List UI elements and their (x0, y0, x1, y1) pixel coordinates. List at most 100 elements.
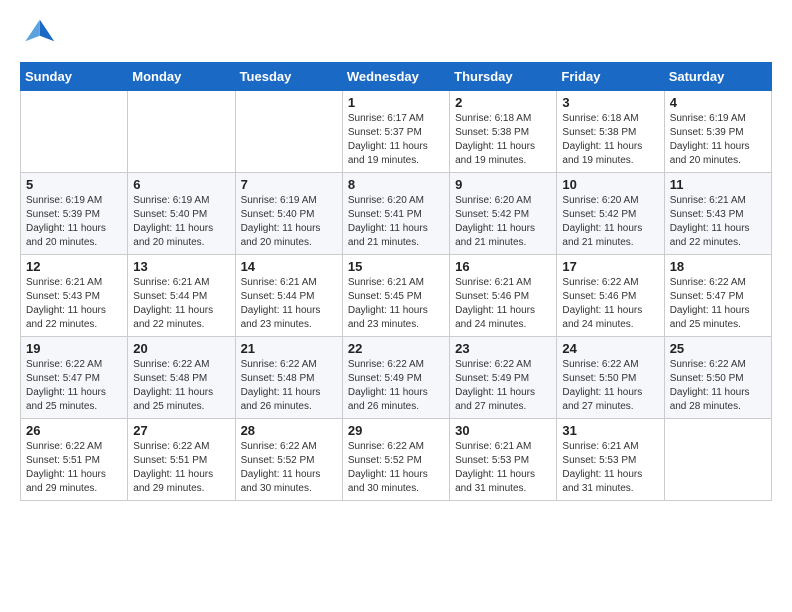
day-info: Sunrise: 6:20 AM Sunset: 5:41 PM Dayligh… (348, 194, 444, 250)
day-number: 26 (26, 423, 122, 438)
calendar-cell: 18 Sunrise: 6:22 AM Sunset: 5:47 PM Dayli… (664, 255, 771, 337)
day-info: Sunrise: 6:18 AM Sunset: 5:38 PM Dayligh… (455, 112, 551, 168)
day-number: 29 (348, 423, 444, 438)
day-number: 22 (348, 341, 444, 356)
page: SundayMondayTuesdayWednesdayThursdayFrid… (0, 0, 792, 612)
day-info: Sunrise: 6:22 AM Sunset: 5:50 PM Dayligh… (562, 358, 658, 414)
day-info: Sunrise: 6:22 AM Sunset: 5:52 PM Dayligh… (348, 440, 444, 496)
calendar-cell: 27Sunrise: 6:22 AM Sunset: 5:51 PM Dayli… (128, 419, 235, 501)
calendar-cell (235, 91, 342, 173)
day-info: Sunrise: 6:19 AM Sunset: 5:40 PM Dayligh… (133, 194, 229, 250)
calendar-cell: 16Sunrise: 6:21 AM Sunset: 5:46 PM Dayli… (450, 255, 557, 337)
calendar-cell: 8Sunrise: 6:20 AM Sunset: 5:41 PM Daylig… (342, 173, 449, 255)
calendar-header-friday: Friday (557, 63, 664, 91)
day-info: Sunrise: 6:22 AM Sunset: 5:49 PM Dayligh… (455, 358, 551, 414)
calendar-cell (21, 91, 128, 173)
calendar-cell: 30 Sunrise: 6:21 AM Sunset: 5:53 PM Dayli… (450, 419, 557, 501)
calendar-cell: 17 Sunrise: 6:22 AM Sunset: 5:46 PM Dayli… (557, 255, 664, 337)
day-number: 4 (670, 95, 766, 110)
day-info: Sunrise: 6:22 AM Sunset: 5:46 PM Dayligh… (562, 276, 658, 332)
day-info: Sunrise: 6:19 AM Sunset: 5:39 PM Dayligh… (670, 112, 766, 168)
calendar-cell: 9 Sunrise: 6:20 AM Sunset: 5:42 PM Daylig… (450, 173, 557, 255)
calendar-cell (128, 91, 235, 173)
day-number: 1 (348, 95, 444, 110)
day-number: 6 (133, 177, 229, 192)
day-number: 30 (455, 423, 551, 438)
calendar-cell: 25 Sunrise: 6:22 AM Sunset: 5:50 PM Dayli… (664, 337, 771, 419)
day-number: 20 (133, 341, 229, 356)
day-number: 31 (562, 423, 658, 438)
day-number: 23 (455, 341, 551, 356)
calendar-week-row: 12 Sunrise: 6:21 AM Sunset: 5:43 PM Dayli… (21, 255, 772, 337)
day-info: Sunrise: 6:20 AM Sunset: 5:42 PM Dayligh… (455, 194, 551, 250)
day-number: 15 (348, 259, 444, 274)
header (20, 16, 772, 52)
day-number: 13 (133, 259, 229, 274)
calendar-cell: 3 Sunrise: 6:18 AM Sunset: 5:38 PM Daylig… (557, 91, 664, 173)
day-info: Sunrise: 6:21 AM Sunset: 5:44 PM Dayligh… (241, 276, 337, 332)
day-number: 11 (670, 177, 766, 192)
logo (20, 16, 60, 52)
calendar-week-row: 26 Sunrise: 6:22 AM Sunset: 5:51 PM Dayli… (21, 419, 772, 501)
day-info: Sunrise: 6:21 AM Sunset: 5:45 PM Dayligh… (348, 276, 444, 332)
calendar-header-tuesday: Tuesday (235, 63, 342, 91)
day-number: 25 (670, 341, 766, 356)
day-number: 16 (455, 259, 551, 274)
day-info: Sunrise: 6:22 AM Sunset: 5:51 PM Dayligh… (26, 440, 122, 496)
calendar-header-wednesday: Wednesday (342, 63, 449, 91)
calendar-cell: 1 Sunrise: 6:17 AM Sunset: 5:37 PM Daylig… (342, 91, 449, 173)
day-number: 3 (562, 95, 658, 110)
day-number: 21 (241, 341, 337, 356)
calendar-cell: 4 Sunrise: 6:19 AM Sunset: 5:39 PM Daylig… (664, 91, 771, 173)
calendar-week-row: 19 Sunrise: 6:22 AM Sunset: 5:47 PM Dayli… (21, 337, 772, 419)
calendar-cell: 28Sunrise: 6:22 AM Sunset: 5:52 PM Dayli… (235, 419, 342, 501)
calendar-week-row: 1 Sunrise: 6:17 AM Sunset: 5:37 PM Daylig… (21, 91, 772, 173)
calendar-cell: 11 Sunrise: 6:21 AM Sunset: 5:43 PM Dayli… (664, 173, 771, 255)
day-number: 19 (26, 341, 122, 356)
calendar-cell: 26 Sunrise: 6:22 AM Sunset: 5:51 PM Dayli… (21, 419, 128, 501)
day-info: Sunrise: 6:19 AM Sunset: 5:40 PM Dayligh… (241, 194, 337, 250)
calendar-cell: 23 Sunrise: 6:22 AM Sunset: 5:49 PM Dayli… (450, 337, 557, 419)
logo-icon (20, 16, 56, 52)
day-number: 17 (562, 259, 658, 274)
calendar-header-sunday: Sunday (21, 63, 128, 91)
calendar-cell: 2 Sunrise: 6:18 AM Sunset: 5:38 PM Daylig… (450, 91, 557, 173)
day-info: Sunrise: 6:22 AM Sunset: 5:47 PM Dayligh… (670, 276, 766, 332)
calendar-table: SundayMondayTuesdayWednesdayThursdayFrid… (20, 62, 772, 501)
day-info: Sunrise: 6:19 AM Sunset: 5:39 PM Dayligh… (26, 194, 122, 250)
calendar-cell: 10Sunrise: 6:20 AM Sunset: 5:42 PM Dayli… (557, 173, 664, 255)
calendar-week-row: 5 Sunrise: 6:19 AM Sunset: 5:39 PM Daylig… (21, 173, 772, 255)
day-info: Sunrise: 6:21 AM Sunset: 5:43 PM Dayligh… (670, 194, 766, 250)
day-number: 2 (455, 95, 551, 110)
day-number: 24 (562, 341, 658, 356)
day-info: Sunrise: 6:21 AM Sunset: 5:53 PM Dayligh… (562, 440, 658, 496)
day-number: 12 (26, 259, 122, 274)
day-info: Sunrise: 6:22 AM Sunset: 5:47 PM Dayligh… (26, 358, 122, 414)
calendar-cell: 15 Sunrise: 6:21 AM Sunset: 5:45 PM Dayli… (342, 255, 449, 337)
day-info: Sunrise: 6:22 AM Sunset: 5:52 PM Dayligh… (241, 440, 337, 496)
day-info: Sunrise: 6:22 AM Sunset: 5:51 PM Dayligh… (133, 440, 229, 496)
day-info: Sunrise: 6:22 AM Sunset: 5:50 PM Dayligh… (670, 358, 766, 414)
calendar-cell: 19 Sunrise: 6:22 AM Sunset: 5:47 PM Dayli… (21, 337, 128, 419)
day-info: Sunrise: 6:22 AM Sunset: 5:48 PM Dayligh… (133, 358, 229, 414)
calendar-cell: 13 Sunrise: 6:21 AM Sunset: 5:44 PM Dayli… (128, 255, 235, 337)
day-number: 14 (241, 259, 337, 274)
day-info: Sunrise: 6:21 AM Sunset: 5:43 PM Dayligh… (26, 276, 122, 332)
calendar-cell: 22Sunrise: 6:22 AM Sunset: 5:49 PM Dayli… (342, 337, 449, 419)
calendar-cell: 31 Sunrise: 6:21 AM Sunset: 5:53 PM Dayli… (557, 419, 664, 501)
day-info: Sunrise: 6:21 AM Sunset: 5:53 PM Dayligh… (455, 440, 551, 496)
day-number: 18 (670, 259, 766, 274)
day-info: Sunrise: 6:17 AM Sunset: 5:37 PM Dayligh… (348, 112, 444, 168)
day-info: Sunrise: 6:18 AM Sunset: 5:38 PM Dayligh… (562, 112, 658, 168)
calendar-header-thursday: Thursday (450, 63, 557, 91)
calendar-cell: 12 Sunrise: 6:21 AM Sunset: 5:43 PM Dayli… (21, 255, 128, 337)
calendar-cell: 5 Sunrise: 6:19 AM Sunset: 5:39 PM Daylig… (21, 173, 128, 255)
calendar-header-row: SundayMondayTuesdayWednesdayThursdayFrid… (21, 63, 772, 91)
calendar-header-monday: Monday (128, 63, 235, 91)
day-number: 9 (455, 177, 551, 192)
calendar-cell: 14 Sunrise: 6:21 AM Sunset: 5:44 PM Dayli… (235, 255, 342, 337)
day-number: 5 (26, 177, 122, 192)
calendar-cell: 21Sunrise: 6:22 AM Sunset: 5:48 PM Dayli… (235, 337, 342, 419)
day-number: 10 (562, 177, 658, 192)
day-info: Sunrise: 6:21 AM Sunset: 5:44 PM Dayligh… (133, 276, 229, 332)
